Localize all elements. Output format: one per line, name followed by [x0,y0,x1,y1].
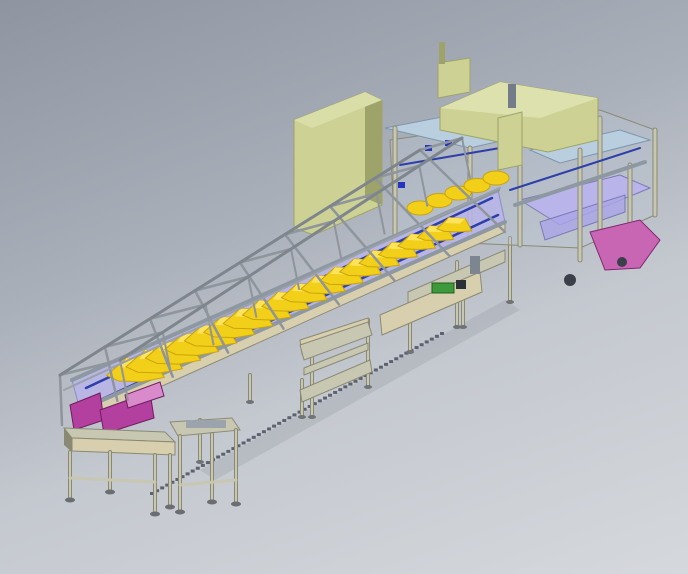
roller-mark [246,438,251,442]
stand-top [299,321,373,361]
yellow-part [482,170,510,186]
roller-mark [389,360,394,364]
guard-post-far [332,220,343,263]
roller-mark [333,390,338,394]
roller-mark [241,441,246,445]
leveling-foot [165,504,175,510]
roller-mark [394,357,399,361]
roller-mark [282,419,287,423]
guard-post [58,373,64,427]
roller-mark [434,334,439,338]
roller-mark [429,337,434,341]
leveling-foot [105,489,115,495]
roller-mark [160,486,165,490]
cad-viewport[interactable] [0,0,688,574]
gearbox [456,280,466,289]
roller-mark [226,449,231,453]
magenta-fixture [69,392,105,431]
leveling-foot [65,497,75,503]
roller-mark [256,433,261,437]
cylinder-rod [439,42,445,64]
leveling-foot [298,415,306,419]
blue-clamp [398,182,405,188]
hmi-panel [497,111,523,171]
table-crossbar [178,478,238,487]
roller-mark [195,466,200,470]
roller-mark [272,424,277,428]
roller-grid [186,420,226,428]
roller-mark [419,343,424,347]
roller-mark [287,416,292,420]
leveling-foot [308,415,316,419]
leveling-foot [150,511,160,517]
leveling-foot [406,350,414,354]
leveling-foot [246,400,254,404]
roller-mark [378,365,383,369]
leveling-foot [196,460,204,464]
leveling-foot [364,385,372,389]
caster-wheel [617,257,627,267]
roller-mark [261,430,266,434]
roller-mark [338,388,343,392]
roller-mark [373,368,378,372]
roller-mark [277,421,282,425]
caster-wheel [564,274,576,286]
roller-mark [216,455,221,459]
roller-mark [317,399,322,403]
roller-mark [384,362,389,366]
drive-motor [431,282,455,294]
roller-mark [322,396,327,400]
roller-mark [292,413,297,417]
roller-mark [348,382,353,386]
roller-mark [399,354,404,358]
leveling-foot [506,300,514,304]
table-crossbar [68,476,157,484]
leveling-foot [231,501,241,507]
rear-machine-station [293,42,661,286]
assembly-model [58,42,661,517]
roller-mark [221,452,226,456]
leveling-foot [175,509,185,515]
roller-mark [185,472,190,476]
leveling-foot [207,499,217,505]
roller-mark [424,340,429,344]
roller-mark [414,346,419,350]
motor-bracket [470,256,480,274]
roller-mark [440,332,444,335]
roller-mark [267,427,272,431]
cylinder-rod [508,84,516,108]
roller-mark [205,461,210,465]
roller-mark [251,435,256,439]
roller-mark [200,463,205,467]
control-cabinet-side [365,92,382,205]
roller-mark [190,469,195,473]
roller-mark [343,385,348,389]
leveling-foot [453,325,461,329]
roller-mark [328,393,333,397]
